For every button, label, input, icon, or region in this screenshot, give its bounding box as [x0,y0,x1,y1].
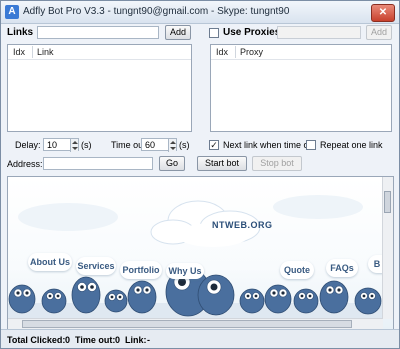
app-window: A Adfly Bot Pro V3.3 - tungnt90@gmail.co… [0,0,400,349]
vertical-scroll-thumb[interactable] [384,191,391,213]
horizontal-scroll-thumb[interactable] [22,320,352,328]
next-link-label: Next link when time out [223,140,317,150]
status-timeout-value: 0 [115,335,121,345]
timeout-spinner[interactable]: 60 [141,138,177,152]
delay-spinner[interactable]: 10 [43,138,79,152]
links-list-header: Idx Link [8,45,191,60]
column-divider [32,46,33,58]
browser-banner [8,195,383,319]
start-bot-button[interactable]: Start bot [197,156,247,171]
address-label: Address: [7,159,43,169]
nav-cloud-why-us[interactable]: Why Us [166,263,204,279]
next-link-checkbox[interactable]: ✓ [209,140,219,150]
repeat-link-label: Repeat one link [320,140,383,150]
site-name: NTWEB.ORG [212,220,273,230]
nav-cloud-about[interactable]: About Us [28,253,72,271]
status-link-label: Link: [125,335,147,345]
status-bar: Total Clicked: 0 Time out: 0 Link: - [1,329,399,348]
add-proxy-button[interactable]: Add [366,25,392,40]
nav-cloud-faqs[interactable]: FAQs [326,259,358,277]
total-clicked-value: 0 [65,335,71,345]
links-col-link[interactable]: Link [37,47,54,57]
nav-cloud-portfolio[interactable]: Portfolio [120,261,162,279]
proxies-col-proxy[interactable]: Proxy [240,47,263,57]
title-bar: A Adfly Bot Pro V3.3 - tungnt90@gmail.co… [1,1,399,24]
browser-vertical-scrollbar[interactable] [382,177,393,319]
delay-label: Delay: [15,140,41,150]
timeout-value: 60 [145,140,156,150]
column-divider [235,46,236,58]
proxies-list[interactable]: Idx Proxy [210,44,392,132]
close-button[interactable]: ✕ [371,4,395,22]
use-proxies-checkbox[interactable] [209,28,219,38]
go-button[interactable]: Go [159,156,185,171]
window-title: Adfly Bot Pro V3.3 - tungnt90@gmail.com … [23,6,290,17]
links-label: Links [7,27,34,38]
delay-unit: (s) [81,140,92,150]
link-input[interactable] [37,26,159,39]
timeout-spin-arrows[interactable] [168,139,176,152]
address-input[interactable] [43,157,153,170]
delay-value: 10 [47,140,58,150]
add-link-button[interactable]: Add [165,25,191,40]
proxies-list-header: Idx Proxy [211,45,391,60]
status-link-value: - [147,335,150,345]
total-clicked-label: Total Clicked: [7,335,66,345]
close-icon: ✕ [378,7,388,18]
browser-horizontal-scrollbar[interactable] [8,318,383,329]
use-proxies-label: Use Proxies [223,27,281,38]
stop-bot-button[interactable]: Stop bot [252,156,302,171]
status-timeout-label: Time out: [75,335,116,345]
links-col-idx[interactable]: Idx [13,47,25,57]
proxies-col-idx[interactable]: Idx [216,47,228,57]
delay-spin-arrows[interactable] [70,139,78,152]
nav-cloud-quote[interactable]: Quote [280,261,314,279]
nav-cloud-services[interactable]: Services [76,257,116,275]
timeout-unit: (s) [179,140,190,150]
app-icon: A [5,5,19,19]
repeat-link-checkbox[interactable] [306,140,316,150]
browser-view[interactable]: NTWEB.ORG About Us Services Portfolio Wh… [7,176,394,330]
proxy-input[interactable] [277,26,361,39]
links-list[interactable]: Idx Link [7,44,192,132]
